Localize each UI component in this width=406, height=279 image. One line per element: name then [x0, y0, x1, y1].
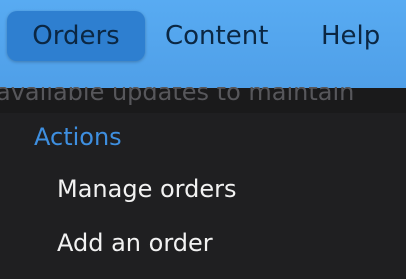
background-page-text: available updates to maintain: [0, 87, 406, 113]
orders-dropdown-menu: Actions Manage orders Add an order: [0, 113, 406, 279]
background-text-line: available updates to maintain: [0, 87, 355, 106]
menu-orders[interactable]: Orders: [7, 11, 145, 61]
top-menubar: Orders Content Help: [0, 0, 406, 88]
manage-orders-item[interactable]: Manage orders: [57, 175, 236, 203]
menu-content[interactable]: Content: [165, 11, 268, 61]
dropdown-section-heading: Actions: [34, 123, 122, 151]
menu-help[interactable]: Help: [321, 11, 380, 61]
add-order-item[interactable]: Add an order: [57, 229, 213, 257]
